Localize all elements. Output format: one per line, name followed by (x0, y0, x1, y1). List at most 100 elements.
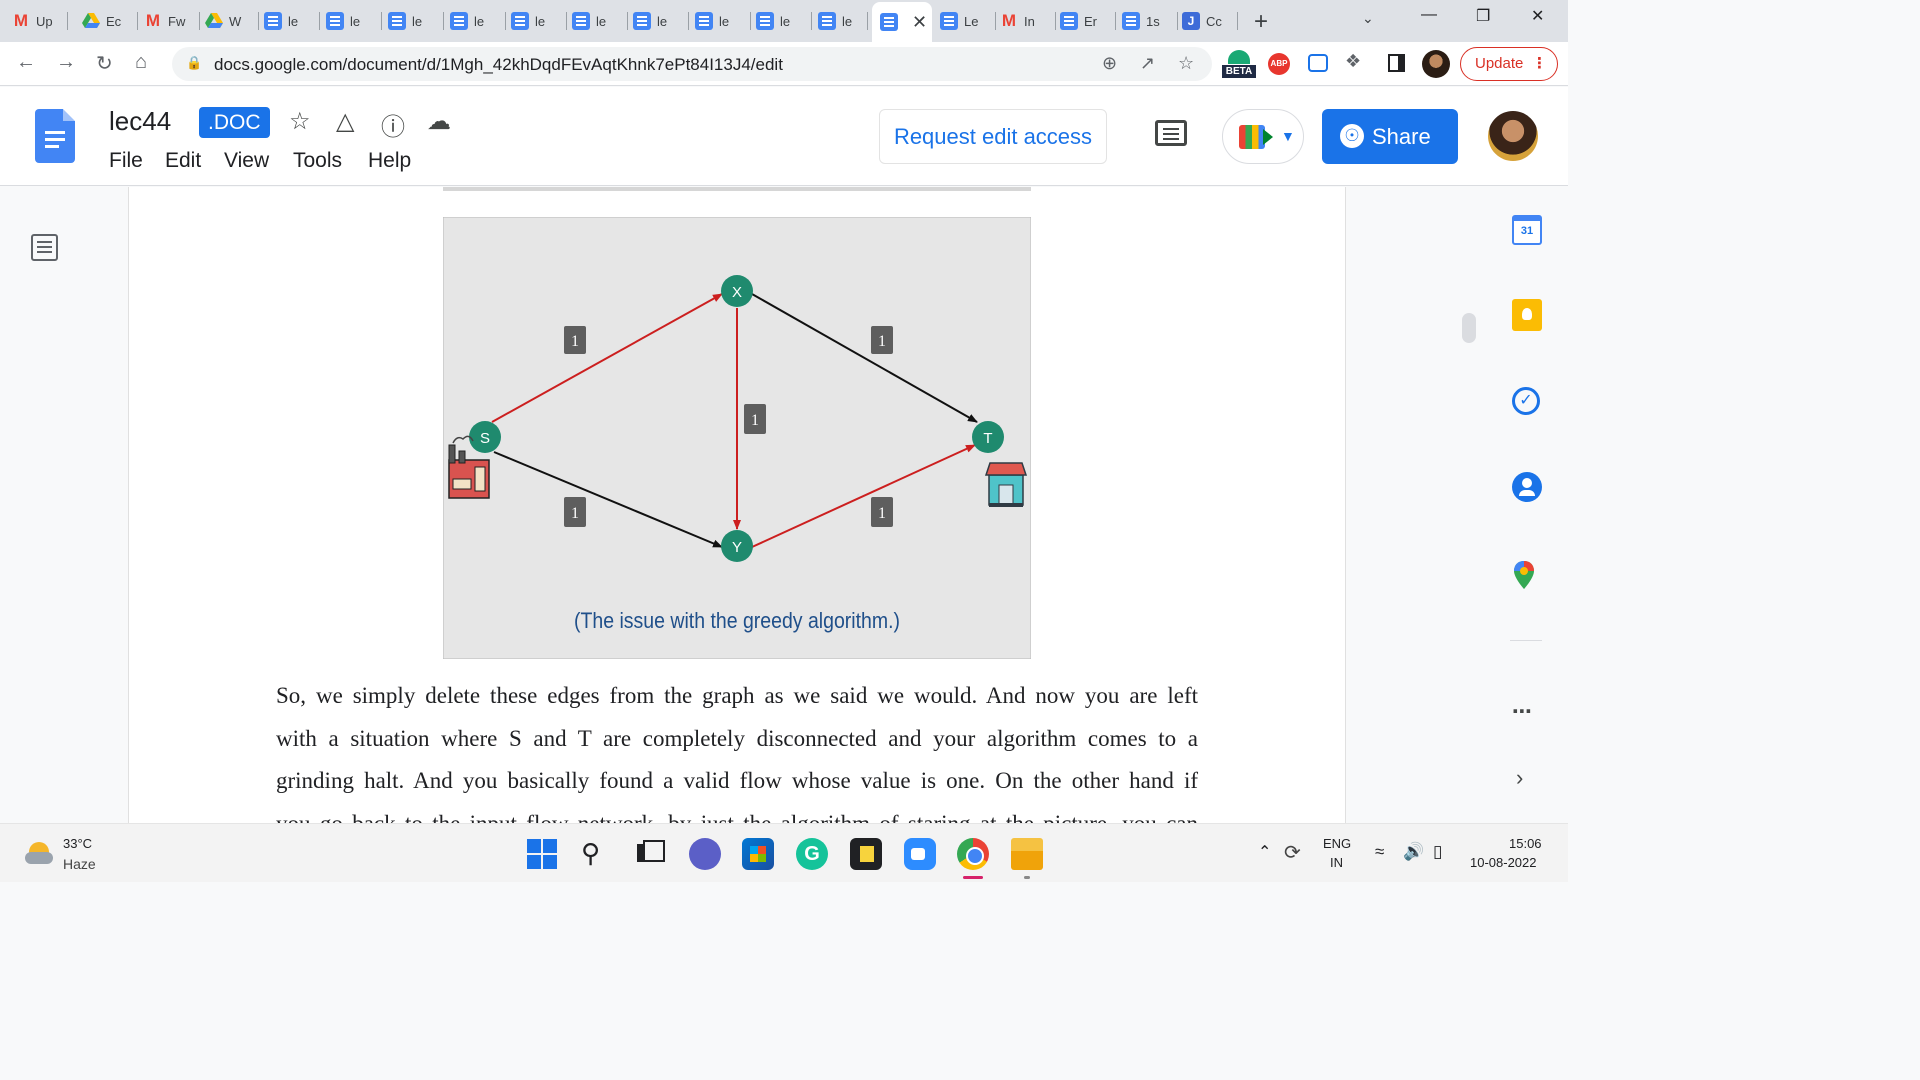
document-outline-icon[interactable] (31, 234, 58, 261)
restore-icon[interactable]: ❐ (1476, 6, 1490, 26)
browser-tab[interactable]: le (388, 6, 444, 36)
more-dots-icon[interactable]: ⋯ (1512, 699, 1532, 724)
minimize-icon[interactable]: — (1421, 6, 1437, 24)
weather-description[interactable]: Haze (63, 856, 96, 872)
clock-date[interactable]: 10-08-2022 (1470, 855, 1537, 870)
browser-tab[interactable]: M Fw (144, 6, 200, 36)
browser-tab[interactable]: le (326, 6, 382, 36)
tab-label: Er (1084, 13, 1097, 29)
back-arrow-icon[interactable]: ← (16, 51, 36, 74)
browser-tab[interactable]: 1s (1122, 6, 1178, 36)
zoom-magnifier-icon[interactable]: ⊕ (1102, 53, 1117, 74)
bookmark-star-icon[interactable]: ☆ (1178, 53, 1194, 74)
menu-tools[interactable]: Tools (293, 149, 342, 173)
browser-tab[interactable]: le (572, 6, 628, 36)
reload-icon[interactable]: ↻ (96, 51, 113, 76)
tab-search-chevron-icon[interactable]: ⌄ (1362, 10, 1374, 27)
document-title[interactable]: lec44 (109, 106, 171, 137)
svg-text:1: 1 (751, 412, 759, 429)
file-explorer-icon[interactable] (1011, 838, 1043, 870)
browser-tab[interactable]: M Up (12, 6, 68, 36)
temperature[interactable]: 33°C (63, 836, 92, 851)
tab-strip: M Up Ec M Fw Wle le le le le le le le le le ✕ Le M In Er 1s J… (0, 0, 1568, 42)
volume-icon[interactable]: 🔊 (1403, 842, 1424, 862)
new-tab-button[interactable]: + (1254, 8, 1268, 36)
browser-tab[interactable]: le (756, 6, 812, 36)
docs-logo-icon[interactable] (35, 109, 75, 163)
teams-chat-icon[interactable] (689, 838, 721, 870)
menu-view[interactable]: View (224, 149, 269, 173)
maps-icon[interactable] (1512, 560, 1536, 590)
meet-button[interactable]: ▼ (1222, 109, 1304, 164)
beta-extension-icon[interactable]: BETA (1222, 50, 1256, 80)
screen-capture-extension-icon[interactable] (1308, 54, 1328, 72)
browser-tab[interactable]: Er (1060, 6, 1116, 36)
battery-icon[interactable]: ▯ (1433, 842, 1442, 862)
language-indicator[interactable]: ENG (1323, 836, 1351, 851)
docs-icon (264, 12, 282, 30)
wifi-icon[interactable]: ≈ (1375, 842, 1384, 862)
sticky-notes-icon[interactable] (850, 838, 882, 870)
grammarly-icon[interactable]: G (796, 838, 828, 870)
request-edit-access-button[interactable]: Request edit access (879, 109, 1107, 164)
browser-tab[interactable]: le (633, 6, 689, 36)
account-avatar[interactable] (1488, 111, 1538, 161)
menu-file[interactable]: File (109, 149, 143, 173)
menu-edit[interactable]: Edit (165, 149, 201, 173)
document-page[interactable]: 1 1 1 1 1 S X Y T (The issue with the gr… (128, 187, 1346, 836)
cloud-saved-icon[interactable]: ☁ (427, 107, 451, 136)
star-icon[interactable]: ☆ (289, 107, 311, 136)
tab-close-icon[interactable]: ✕ (912, 12, 927, 33)
onedrive-sync-icon[interactable]: ⟳ (1284, 840, 1301, 865)
browser-tab[interactable]: M In (1000, 6, 1056, 36)
address-bar[interactable]: 🔒 docs.google.com/document/d/1Mgh_42khDq… (172, 47, 1212, 81)
document-body-text[interactable]: So, we simply delete these edges from th… (276, 675, 1198, 845)
browser-tab[interactable]: le (264, 6, 320, 36)
docs-icon (695, 12, 713, 30)
browser-tab[interactable]: le (818, 6, 868, 36)
tasks-icon[interactable]: ✓ (1512, 387, 1540, 415)
tab-label: le (288, 13, 299, 29)
browser-tab[interactable]: W (205, 6, 259, 36)
clock-time[interactable]: 15:06 (1509, 836, 1542, 851)
microsoft-store-icon[interactable] (742, 838, 774, 870)
browser-tab[interactable]: le (511, 6, 567, 36)
region-indicator[interactable]: IN (1330, 855, 1343, 870)
keep-icon[interactable] (1512, 299, 1542, 331)
zoom-app-icon[interactable] (904, 838, 936, 870)
window-close-icon[interactable]: ✕ (1531, 6, 1544, 26)
scrollbar-thumb[interactable] (1462, 313, 1476, 343)
share-page-icon[interactable]: ↗ (1140, 53, 1155, 74)
browser-tab[interactable]: J Cc (1182, 6, 1238, 36)
info-icon[interactable]: ⓘ (381, 107, 405, 142)
search-icon[interactable]: ⚲ (581, 838, 613, 870)
menu-help[interactable]: Help (368, 149, 411, 173)
browser-profile-avatar[interactable] (1422, 50, 1450, 78)
windows-start-icon[interactable] (526, 838, 558, 870)
browser-tab[interactable]: le (695, 6, 751, 36)
expand-chevron-icon[interactable]: › (1516, 765, 1523, 791)
move-to-drive-icon[interactable]: △ (336, 107, 354, 136)
browser-tab[interactable]: le (450, 6, 506, 36)
shop-icon (984, 462, 1028, 507)
calendar-icon[interactable]: 31 (1512, 215, 1542, 245)
home-icon[interactable]: ⌂ (135, 51, 147, 74)
adblock-icon[interactable]: ABP (1268, 53, 1290, 75)
chrome-app-icon[interactable] (957, 838, 989, 870)
comments-icon[interactable] (1155, 120, 1187, 146)
tray-overflow-chevron-icon[interactable]: ⌃ (1258, 842, 1271, 862)
browser-tab[interactable]: Ec (82, 6, 138, 36)
extensions-puzzle-icon[interactable]: ❖ (1345, 51, 1361, 72)
forward-arrow-icon[interactable]: → (56, 51, 76, 74)
drive-icon (205, 12, 223, 30)
browser-tab[interactable]: Le (940, 6, 996, 36)
contacts-icon[interactable] (1512, 472, 1542, 502)
browser-tab-active[interactable]: ✕ (872, 2, 932, 42)
side-panel-icon[interactable] (1388, 54, 1405, 72)
update-button[interactable]: Update ⋮ (1460, 47, 1558, 81)
url-text[interactable]: docs.google.com/document/d/1Mgh_42khDqdF… (214, 55, 783, 75)
task-view-icon[interactable] (635, 838, 667, 870)
lock-icon[interactable]: 🔒 (186, 55, 202, 71)
weather-haze-icon[interactable] (25, 842, 53, 864)
share-button[interactable]: ☉ Share (1322, 109, 1458, 164)
